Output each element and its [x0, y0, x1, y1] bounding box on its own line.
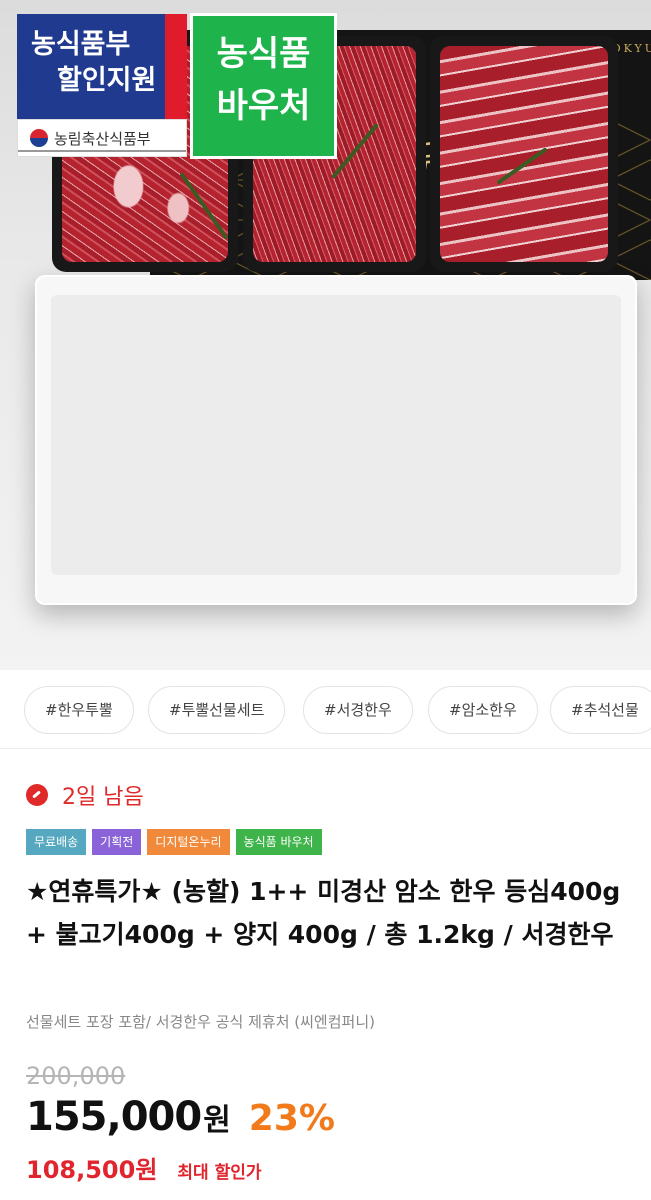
ministry-name-badge: 농림축산식품부	[17, 119, 187, 157]
label-promotion: 기획전	[92, 829, 142, 855]
voucher-line2: 바우처	[216, 86, 311, 126]
styrofoam-tray	[35, 275, 637, 605]
max-discount-label[interactable]: 최대 할인가	[177, 1158, 261, 1183]
currency-unit: 원	[203, 1103, 231, 1138]
label-free-shipping: 무료배송	[26, 829, 87, 855]
deadline-indicator: 2일 남음	[26, 780, 144, 810]
product-labels: 무료배송 기획전 디지털온누리 농식품 바우처	[26, 829, 322, 855]
rosemary-icon	[496, 147, 548, 185]
label-digital-onnuri: 디지털온누리	[147, 829, 230, 855]
badge-red-bar	[165, 14, 187, 119]
voucher-badge: 농식품 바우처	[190, 13, 337, 159]
original-price: 200,000	[26, 1062, 126, 1090]
price-row: 155,000 원 23%	[26, 1094, 335, 1140]
hashtag-row: #한우투뿔 #투뿔선물세트 #서경한우 #암소한우 #추석선물	[0, 686, 651, 736]
rosemary-icon	[179, 172, 228, 240]
tag-chip[interactable]: #암소한우	[428, 686, 538, 734]
label-voucher: 농식품 바우처	[235, 829, 322, 855]
sale-price: 155,000	[26, 1094, 202, 1140]
max-discount-price: 108,500원	[26, 1156, 158, 1184]
tag-chip[interactable]: #추석선물	[550, 686, 651, 734]
korea-seal-icon	[30, 129, 48, 147]
product-image[interactable]: SEOKYUNG HANWOO 서경 한우 농식품부 할인지원 농림축산식품부 …	[0, 0, 651, 670]
discount-rate: 23%	[248, 1098, 335, 1139]
max-discount-row: 108,500원 최대 할인가	[26, 1150, 262, 1185]
tag-chip[interactable]: #한우투뿔	[24, 686, 134, 734]
badge-underline	[18, 150, 186, 152]
ministry-discount-badge: 농식품부 할인지원	[17, 14, 165, 119]
brisket-meat	[440, 46, 608, 262]
ministry-name: 농림축산식품부	[54, 130, 151, 148]
tag-chip[interactable]: #서경한우	[303, 686, 413, 734]
tag-chip[interactable]: #투뿔선물세트	[148, 686, 286, 734]
rosemary-icon	[330, 122, 380, 180]
product-title: ★연휴특가★ (농할) 1++ 미경산 암소 한우 등심400g + 불고기40…	[26, 877, 621, 949]
deadline-text: 2일 남음	[62, 785, 144, 810]
tray-inner	[51, 295, 621, 575]
badge-line2: 할인지원	[57, 65, 157, 96]
product-subtitle: 선물세트 포장 포함/ 서경한우 공식 제휴처 (씨엔컴퍼니)	[26, 1013, 375, 1031]
compartment-brisket	[430, 36, 618, 272]
badge-line1: 농식품부	[31, 29, 131, 60]
clock-icon	[26, 784, 48, 806]
divider	[0, 748, 651, 749]
voucher-line1: 농식품	[216, 34, 311, 74]
